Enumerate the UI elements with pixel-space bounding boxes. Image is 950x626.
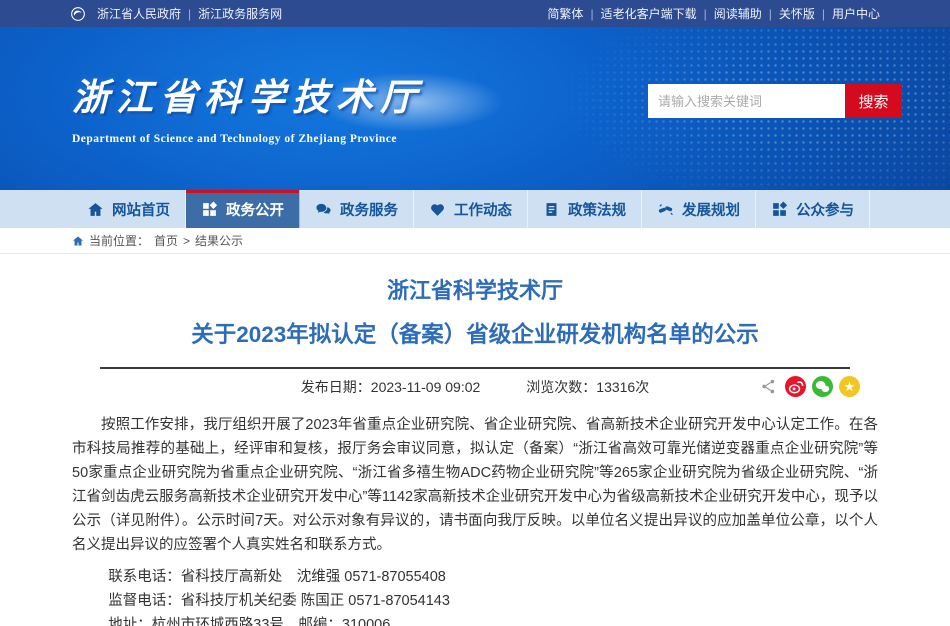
- site-logo: 浙江省科学技术厅 Department of Science and Techn…: [72, 67, 424, 145]
- main-nav: 网站首页 政务公开 政务服务 工作动态 政策法规 发展规划: [0, 190, 950, 228]
- document-icon: [543, 201, 560, 218]
- topbar-right-links: 简繁体 | 适老化客户端下载 | 阅读辅助 | 关怀版 | 用户中心: [547, 5, 880, 22]
- address-line: 地址：杭州市环城西路33号 邮编：310006: [108, 613, 878, 626]
- site-search: 搜索: [648, 84, 902, 118]
- nav-item-work-updates[interactable]: 工作动态: [414, 190, 528, 228]
- top-utility-bar: 浙江省人民政府 | 浙江政务服务网 简繁体 | 适老化客户端下载 | 阅读辅助 …: [0, 0, 950, 27]
- search-input[interactable]: [648, 84, 845, 118]
- contact-phone: 联系电话：省科技厅高新处 沈维强 0571-87055408: [108, 565, 878, 589]
- heart-icon: [429, 201, 446, 218]
- qzone-icon[interactable]: ★: [839, 376, 860, 397]
- breadcrumb-current: 结果公示: [195, 232, 243, 249]
- link-elderly-client-download[interactable]: 适老化客户端下载: [601, 5, 697, 22]
- breadcrumb-separator: >: [183, 234, 190, 248]
- view-count: 浏览次数：13316次: [526, 377, 649, 397]
- article: 浙江省科学技术厅 关于2023年拟认定（备案）省级企业研发机构名单的公示 发布日…: [72, 254, 878, 626]
- breadcrumb-prefix: 当前位置：: [89, 232, 149, 249]
- grid-icon: [201, 201, 218, 218]
- government-emblem-icon: [70, 6, 86, 22]
- link-simplified-traditional[interactable]: 简繁体: [547, 5, 583, 22]
- breadcrumb-home-link[interactable]: 首页: [154, 232, 178, 249]
- supervision-phone: 监督电话：省科技厅机关纪委 陈国正 0571-87054143: [108, 589, 878, 613]
- site-title-cn: 浙江省科学技术厅: [72, 67, 424, 121]
- grid-icon: [771, 201, 788, 218]
- contact-block: 联系电话：省科技厅高新处 沈维强 0571-87055408 监督电话：省科技厅…: [72, 565, 878, 626]
- nav-item-gov-services[interactable]: 政务服务: [300, 190, 414, 228]
- article-paragraph: 按照工作安排，我厅组织开展了2023年省重点企业研究院、省企业研究院、省高新技术…: [72, 413, 878, 557]
- article-title-line2: 关于2023年拟认定（备案）省级企业研发机构名单的公示: [72, 324, 878, 347]
- chat-icon: [315, 201, 332, 218]
- topbar-left-links: 浙江省人民政府 | 浙江政务服务网: [70, 5, 282, 22]
- site-title-en: Department of Science and Technology of …: [72, 133, 424, 145]
- share-buttons: ★: [758, 376, 860, 397]
- link-care-version[interactable]: 关怀版: [779, 5, 815, 22]
- nav-item-development-plans[interactable]: 发展规划: [642, 190, 756, 228]
- nav-item-policies[interactable]: 政策法规: [528, 190, 642, 228]
- publish-date: 发布日期：2023-11-09 09:02: [301, 377, 481, 397]
- wechat-icon[interactable]: [812, 376, 833, 397]
- site-banner: 浙江省科学技术厅 Department of Science and Techn…: [0, 27, 950, 190]
- link-reading-aid[interactable]: 阅读辅助: [714, 5, 762, 22]
- link-provincial-government[interactable]: 浙江省人民政府: [97, 5, 181, 22]
- home-icon: [87, 201, 104, 218]
- nav-item-public-participation[interactable]: 公众参与: [756, 190, 870, 228]
- article-title-line1: 浙江省科学技术厅: [72, 280, 878, 302]
- breadcrumb: 当前位置： 首页 > 结果公示: [0, 228, 950, 254]
- separator: |: [188, 7, 191, 21]
- article-meta: 发布日期：2023-11-09 09:02 浏览次数：13316次: [72, 369, 878, 405]
- home-icon: [72, 235, 84, 247]
- link-user-center[interactable]: 用户中心: [832, 5, 880, 22]
- nav-item-home[interactable]: 网站首页: [72, 190, 186, 228]
- link-zhejiang-service-site[interactable]: 浙江政务服务网: [198, 5, 282, 22]
- share-icon[interactable]: [758, 376, 779, 397]
- search-button[interactable]: 搜索: [845, 84, 902, 118]
- handshake-icon: [657, 201, 674, 218]
- nav-item-gov-disclosure[interactable]: 政务公开: [186, 190, 300, 228]
- weibo-icon[interactable]: [785, 376, 806, 397]
